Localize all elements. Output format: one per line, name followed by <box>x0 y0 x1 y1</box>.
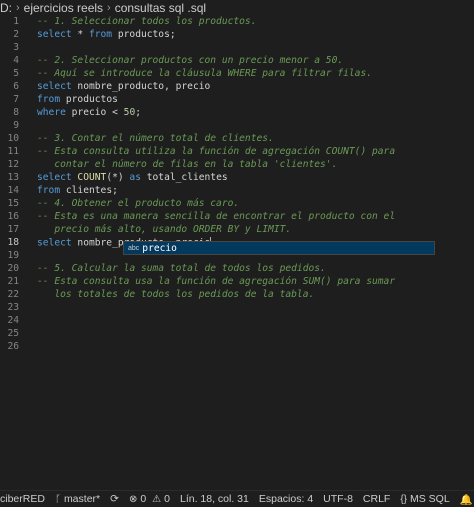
code-comment: -- Esta consulta utiliza la función de a… <box>37 146 396 157</box>
code-comment: -- 2. Seleccionar productos con un preci… <box>37 55 344 66</box>
notifications-icon[interactable]: 🔔 <box>460 493 473 506</box>
line-number: 20 <box>7 263 19 274</box>
code-comment: -- Aquí se introduce la cláusula WHERE p… <box>37 68 373 79</box>
line-number: 26 <box>7 341 19 352</box>
code-comment: -- 1. Seleccionar todos los productos. <box>37 16 257 27</box>
code-text: ; <box>135 107 142 118</box>
autocomplete-item-label: precio <box>142 242 177 254</box>
keyword: where <box>37 107 66 118</box>
code-comment: -- 5. Calcular la suma total de todos lo… <box>37 263 326 274</box>
branch-indicator[interactable]: ᚴ master* <box>55 493 100 505</box>
code-comment: -- 3. Contar el número total de clientes… <box>37 133 274 144</box>
line-number: 15 <box>7 198 19 209</box>
line-number: 24 <box>7 315 19 326</box>
encoding[interactable]: UTF-8 <box>323 493 353 505</box>
line-number: 6 <box>13 81 19 92</box>
code-comment: -- 4. Obtener el producto más caro. <box>37 198 240 209</box>
line-number: 8 <box>13 107 19 118</box>
code-comment: precio más alto, usando ORDER BY y LIMIT… <box>37 224 292 235</box>
chevron-right-icon: › <box>16 2 20 14</box>
line-number: 9 <box>13 120 19 131</box>
code-comment: contar el número de filas en la tabla 'c… <box>37 159 338 170</box>
line-number: 19 <box>7 250 19 261</box>
end-of-line[interactable]: CRLF <box>363 493 390 505</box>
line-number: 1 <box>13 16 19 27</box>
code-comment: -- Esta consulta usa la función de agreg… <box>37 276 396 287</box>
keyword: select <box>37 172 72 183</box>
code-text: productos <box>60 94 118 105</box>
line-number: 25 <box>7 328 19 339</box>
keyword: from <box>37 185 61 196</box>
sync-icon[interactable]: ⟳ <box>110 493 119 505</box>
line-number: 5 <box>13 68 19 79</box>
code-text: total_clientes <box>140 172 228 183</box>
chevron-right-icon: › <box>107 2 111 14</box>
code-text: (*) <box>106 172 130 183</box>
keyword: select <box>37 237 72 249</box>
line-number: 4 <box>13 55 19 66</box>
keyword: select <box>37 81 72 92</box>
line-number: 7 <box>13 94 19 105</box>
git-branch-icon: ᚴ <box>54 493 61 505</box>
breadcrumb-folder[interactable]: ejercicios reels <box>24 1 103 15</box>
function-name: COUNT <box>71 172 107 183</box>
line-number: 3 <box>13 42 19 53</box>
breadcrumb: D: › ejercicios reels › consultas sql .s… <box>0 0 474 16</box>
error-icon: ⊗ <box>128 493 138 505</box>
code-text: productos; <box>112 29 176 40</box>
autocomplete-widget: abc precio <box>123 241 435 255</box>
line-number: 10 <box>7 133 19 144</box>
line-number-active: 18 <box>7 237 19 248</box>
keyword: from <box>37 94 61 105</box>
code-text: clientes; <box>60 185 118 196</box>
line-number: 11 <box>7 146 19 157</box>
warning-icon: ⚠ <box>152 493 162 505</box>
status-bar: ciberRED ᚴ master* ⟳ ⊗ 0 ⚠ 0 Lín. 18, col. 3… <box>0 490 474 507</box>
indentation[interactable]: Espacios: 4 <box>259 493 313 505</box>
keyword: select <box>37 29 72 40</box>
remote-indicator[interactable]: ciberRED <box>0 493 45 505</box>
keyword: from <box>88 29 113 40</box>
language-mode[interactable]: {} MS SQL <box>400 493 449 505</box>
line-number: 2 <box>13 29 19 40</box>
code-text: nombre_producto, precio <box>71 81 211 92</box>
breadcrumb-file[interactable]: consultas sql .sql <box>115 1 206 15</box>
keyword: as <box>129 172 141 183</box>
code-text: precio <box>65 107 113 118</box>
cursor-position[interactable]: Lín. 18, col. 31 <box>180 493 249 505</box>
line-number: 21 <box>7 276 19 287</box>
problems-indicator[interactable]: ⊗ 0 ⚠ 0 <box>129 493 170 505</box>
autocomplete-item[interactable]: abc precio <box>124 242 434 254</box>
line-number: 14 <box>7 185 19 196</box>
line-number: 22 <box>7 289 19 300</box>
number-literal: 50 <box>123 107 136 118</box>
line-number: 17 <box>7 224 19 235</box>
line-number: 16 <box>7 211 19 222</box>
braces-icon: {} <box>400 493 408 505</box>
code-comment: los totales de todos los pedidos de la t… <box>37 289 315 300</box>
line-number: 12 <box>7 159 19 170</box>
code-comment: -- Esta es una manera sencilla de encont… <box>37 211 396 222</box>
breadcrumb-drive[interactable]: D: <box>0 1 12 15</box>
text-kind-icon: abc <box>128 244 140 252</box>
operator: < <box>112 107 124 118</box>
line-number: 13 <box>7 172 19 183</box>
code-text: * <box>71 29 89 40</box>
line-number: 23 <box>7 302 19 313</box>
